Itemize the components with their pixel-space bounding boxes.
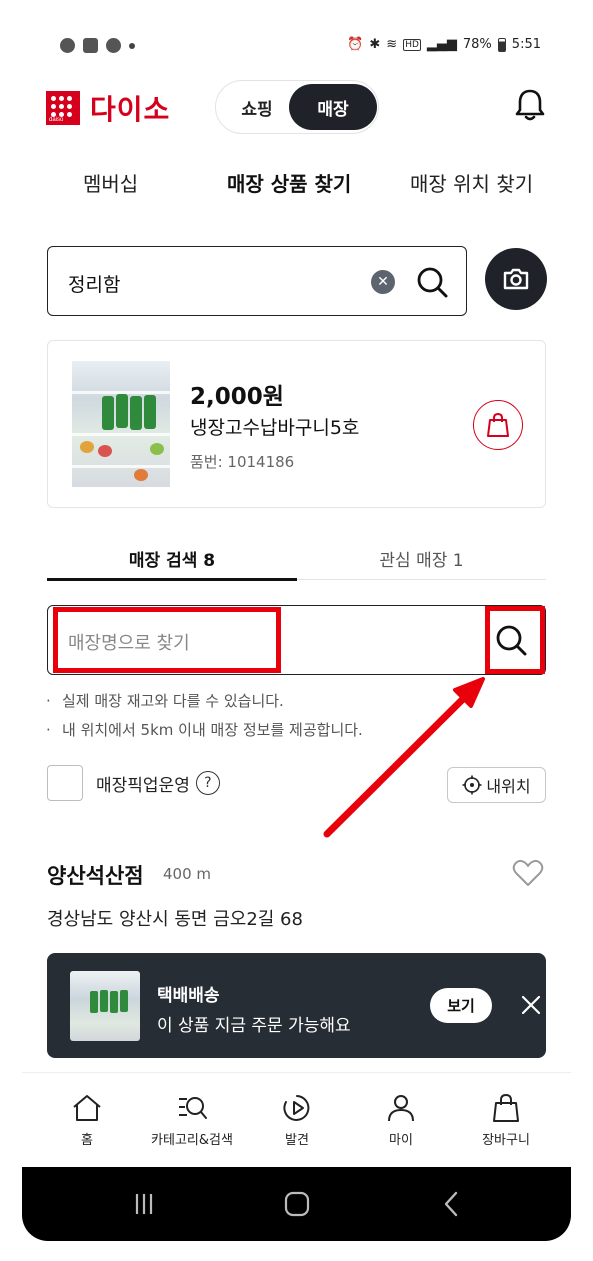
nav-home[interactable]: 홈 — [32, 1093, 142, 1148]
bottom-navigation: 홈 카테고리&검색 발견 마이 장바구니 — [22, 1072, 571, 1167]
logo-text: 다이소 — [90, 93, 171, 126]
tab-membership[interactable]: 멤버십 — [83, 168, 138, 197]
category-search-icon — [179, 1097, 207, 1119]
toast-subtitle: 이 상품 지금 주문 가능해요 — [157, 1016, 351, 1036]
signal-icon: ▂▄▆ — [426, 37, 457, 52]
pickup-label: 매장픽업운영 — [96, 775, 190, 796]
gallery-icon — [83, 38, 98, 53]
app-icon — [106, 38, 121, 53]
tab-favorite-stores[interactable]: 관심 매장 1 — [297, 546, 546, 571]
camera-search-button[interactable] — [485, 248, 547, 310]
bag-icon — [493, 1093, 519, 1122]
notice-item: 실제 매장 재고와 다를 수 있습니다. — [46, 687, 363, 716]
notice-item: 내 위치에서 5km 이내 매장 정보를 제공합니다. — [46, 716, 363, 745]
wifi-icon: ≋ — [386, 37, 398, 52]
product-card[interactable]: 2,000원 냉장고수납바구니5호 품번: 1014186 — [47, 340, 546, 508]
shopping-bag-icon — [487, 412, 509, 437]
play-icon — [283, 1095, 310, 1121]
toast-product-image — [70, 971, 140, 1041]
crosshair-icon — [462, 775, 482, 795]
nav-discover[interactable]: 발견 — [242, 1093, 352, 1148]
search-icon[interactable] — [415, 265, 449, 299]
product-code: 품번: 1014186 — [190, 453, 295, 471]
bell-icon[interactable] — [515, 88, 545, 122]
annotation-box-search-button — [485, 606, 545, 674]
home-button-icon[interactable] — [282, 1189, 312, 1219]
clock: 5:51 — [511, 37, 541, 52]
shop-store-toggle: 쇼핑 매장 — [215, 80, 379, 134]
status-bar: ⏰ ✱ ≋ HD ▂▄▆ 78% 5:51 — [22, 22, 571, 72]
clear-icon[interactable]: ✕ — [371, 270, 395, 294]
system-navigation-bar — [22, 1167, 571, 1241]
nav-my[interactable]: 마이 — [346, 1093, 456, 1148]
toast-title: 택배배송 — [157, 986, 220, 1006]
toggle-store[interactable]: 매장 — [289, 84, 377, 130]
toast-view-button[interactable]: 보기 — [430, 988, 492, 1023]
toggle-shopping[interactable]: 쇼핑 — [219, 84, 295, 130]
camera-icon — [503, 268, 529, 290]
home-icon — [73, 1095, 101, 1121]
store-result-address: 경상남도 양산시 동면 금오2길 68 — [47, 909, 303, 930]
nav-discover-label: 발견 — [285, 1133, 309, 1148]
delivery-toast: 택배배송 이 상품 지금 주문 가능해요 보기 — [47, 953, 546, 1058]
store-tabs: 매장 검색 8 관심 매장 1 — [47, 542, 546, 581]
my-location-label: 내위치 — [486, 777, 531, 796]
pickup-checkbox[interactable] — [47, 765, 83, 801]
heart-icon[interactable] — [512, 858, 544, 888]
person-icon — [388, 1095, 414, 1122]
tab-store-product-search[interactable]: 매장 상품 찾기 — [227, 168, 351, 197]
hd-icon: HD — [403, 38, 421, 51]
recent-apps-icon[interactable] — [129, 1189, 159, 1219]
product-image — [72, 361, 170, 487]
nav-category-search[interactable]: 카테고리&검색 — [137, 1093, 247, 1148]
alarm-icon: ⏰ — [347, 37, 364, 52]
product-name: 냉장고수납바구니5호 — [190, 417, 360, 439]
status-system-icons: ⏰ ✱ ≋ HD ▂▄▆ 78% 5:51 — [347, 37, 541, 52]
battery-icon — [497, 37, 506, 52]
annotation-box-input — [53, 607, 281, 673]
status-notification-icons — [60, 38, 135, 53]
pickup-filter: 매장픽업운영 ? — [47, 765, 220, 801]
close-icon[interactable] — [517, 991, 545, 1019]
active-tab-underline — [47, 577, 297, 581]
dot-icon — [129, 42, 135, 49]
tab-store-location-search[interactable]: 매장 위치 찾기 — [410, 168, 533, 197]
store-result-name[interactable]: 양산석산점 — [47, 860, 144, 890]
battery-percent: 78% — [462, 37, 492, 52]
notice-list: 실제 매장 재고와 다를 수 있습니다. 내 위치에서 5km 이내 매장 정보… — [46, 687, 363, 745]
logo-small-text: daiso — [49, 117, 64, 123]
tab-store-search[interactable]: 매장 검색 8 — [47, 546, 297, 571]
add-to-cart-button[interactable] — [473, 400, 523, 450]
product-search-input[interactable]: 정리함 ✕ — [47, 246, 467, 316]
back-icon[interactable] — [437, 1189, 467, 1219]
store-result-distance: 400 m — [163, 865, 212, 883]
nav-cart-label: 장바구니 — [482, 1133, 530, 1148]
nav-category-search-label: 카테고리&검색 — [151, 1133, 233, 1148]
bluetooth-icon: ✱ — [369, 37, 381, 52]
talk-icon — [60, 38, 75, 53]
nav-home-label: 홈 — [81, 1133, 93, 1148]
product-price: 2,000원 — [190, 384, 284, 410]
top-tabs: 멤버십 매장 상품 찾기 매장 위치 찾기 — [22, 168, 571, 208]
search-input-value: 정리함 — [68, 274, 121, 296]
help-icon[interactable]: ? — [195, 771, 220, 795]
phone-screen: ⏰ ✱ ≋ HD ▂▄▆ 78% 5:51 daiso 다이소 쇼핑 매장 멤버… — [22, 22, 571, 1241]
app-header: daiso 다이소 쇼핑 매장 — [22, 74, 571, 138]
nav-cart[interactable]: 장바구니 — [451, 1093, 561, 1148]
logo-mark: daiso — [46, 91, 80, 125]
my-location-button[interactable]: 내위치 — [447, 767, 546, 803]
nav-my-label: 마이 — [389, 1133, 413, 1148]
daiso-logo[interactable]: daiso 다이소 — [46, 88, 170, 128]
